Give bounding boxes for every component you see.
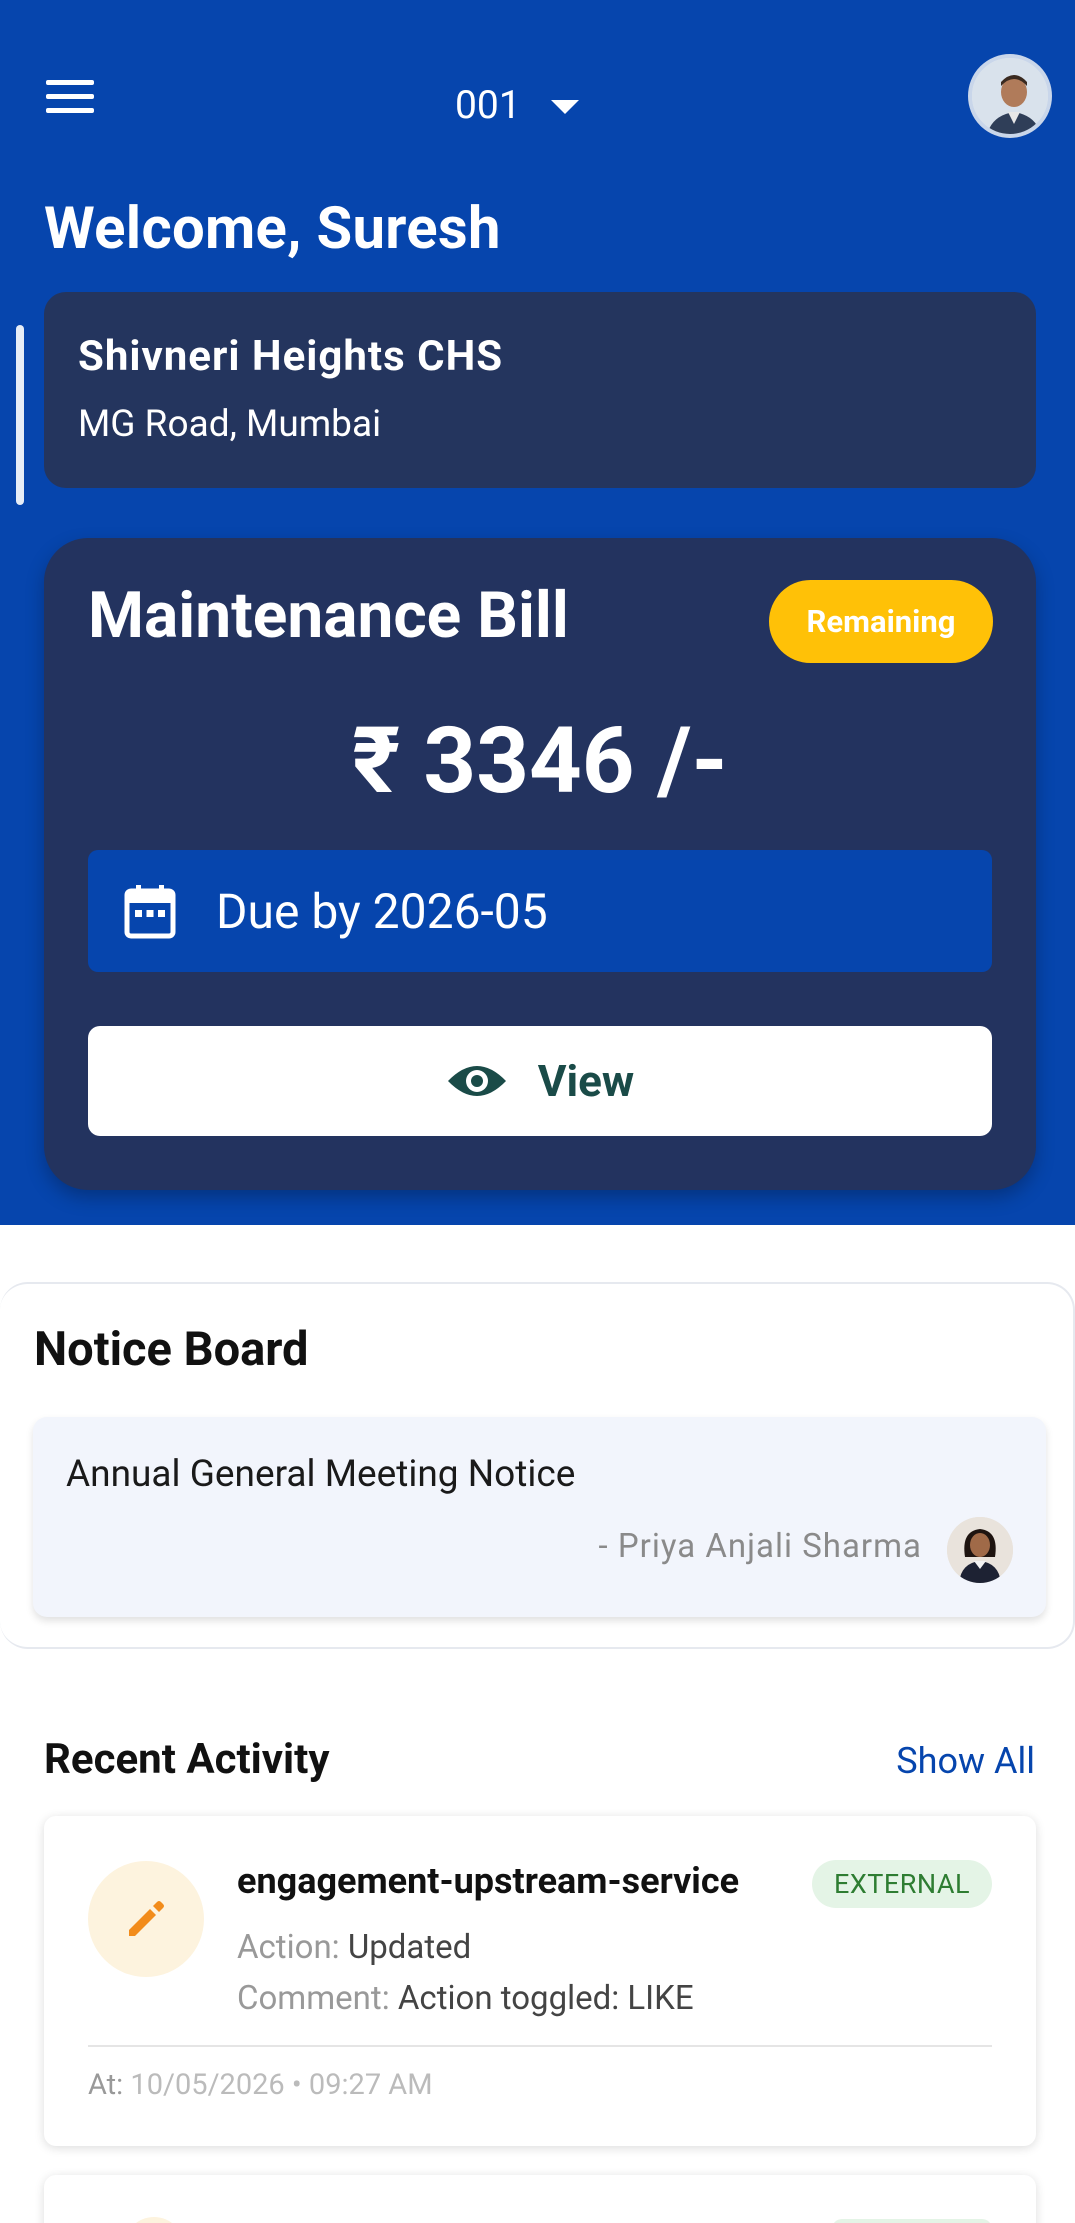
notice-board-title: Notice Board bbox=[34, 1322, 309, 1377]
divider bbox=[88, 2045, 992, 2047]
notice-board-panel: Notice Board Annual General Meeting Noti… bbox=[0, 1282, 1075, 1649]
profile-avatar[interactable] bbox=[968, 54, 1052, 138]
activity-item[interactable] bbox=[44, 2175, 1036, 2223]
author-avatar bbox=[947, 1517, 1013, 1583]
due-date-box: Due by 2026-05 bbox=[88, 850, 992, 972]
action-label: Action: bbox=[237, 1928, 340, 1967]
bill-amount: ₹ 3346 /- bbox=[352, 708, 728, 815]
recent-activity-title: Recent Activity bbox=[44, 1735, 330, 1784]
notice-item[interactable]: Annual General Meeting Notice - Priya An… bbox=[33, 1417, 1046, 1617]
maintenance-bill-card: Maintenance Bill Remaining ₹ 3346 /- Due… bbox=[44, 538, 1036, 1190]
hamburger-menu-icon[interactable] bbox=[40, 72, 104, 122]
person-icon bbox=[947, 1517, 1013, 1583]
comment-label: Comment: bbox=[237, 1979, 390, 2018]
notice-author: - Priya Anjali Sharma bbox=[598, 1527, 922, 1566]
view-bill-button[interactable]: View bbox=[88, 1026, 992, 1136]
activity-icon-circle bbox=[88, 1861, 204, 1977]
header-section: 001 Welcome, Suresh Shivneri Heights CHS… bbox=[0, 0, 1075, 1225]
scroll-indicator bbox=[16, 325, 24, 505]
activity-type-badge bbox=[832, 2219, 992, 2223]
activity-comment-line: Comment: Action toggled: LIKE bbox=[237, 1979, 694, 2018]
unit-selector-label: 001 bbox=[455, 82, 521, 128]
society-address: MG Road, Mumbai bbox=[78, 403, 382, 446]
activity-icon-circle bbox=[124, 2217, 184, 2223]
unit-selector[interactable]: 001 bbox=[455, 75, 579, 135]
due-date-text: Due by 2026-05 bbox=[216, 882, 548, 940]
timestamp-label: At: bbox=[88, 2068, 124, 2102]
comment-value: Action toggled: LIKE bbox=[397, 1979, 694, 2018]
bill-title: Maintenance Bill bbox=[88, 578, 569, 653]
activity-timestamp: At: 10/05/2026 • 09:27 AM bbox=[88, 2068, 433, 2102]
notice-text: Annual General Meeting Notice bbox=[66, 1453, 576, 1496]
eye-icon bbox=[447, 1066, 506, 1096]
show-all-link[interactable]: Show All bbox=[896, 1740, 1035, 1782]
activity-action-line: Action: Updated bbox=[237, 1928, 471, 1967]
calendar-icon bbox=[124, 885, 176, 939]
person-icon bbox=[972, 58, 1048, 134]
bill-status-badge: Remaining bbox=[769, 580, 993, 663]
pencil-icon bbox=[129, 1901, 164, 1936]
action-value: Updated bbox=[347, 1928, 472, 1967]
welcome-heading: Welcome, Suresh bbox=[44, 195, 501, 263]
activity-type-badge: EXTERNAL bbox=[811, 1860, 992, 1908]
activity-title: engagement-upstream-service bbox=[237, 1860, 740, 1902]
society-name: Shivneri Heights CHS bbox=[78, 332, 504, 381]
society-card[interactable]: Shivneri Heights CHS MG Road, Mumbai bbox=[44, 292, 1036, 488]
timestamp-value: 10/05/2026 • 09:27 AM bbox=[130, 2068, 433, 2102]
activity-item[interactable]: engagement-upstream-service EXTERNAL Act… bbox=[44, 1816, 1036, 2146]
caret-down-icon bbox=[550, 100, 579, 114]
view-button-label: View bbox=[537, 1055, 635, 1107]
